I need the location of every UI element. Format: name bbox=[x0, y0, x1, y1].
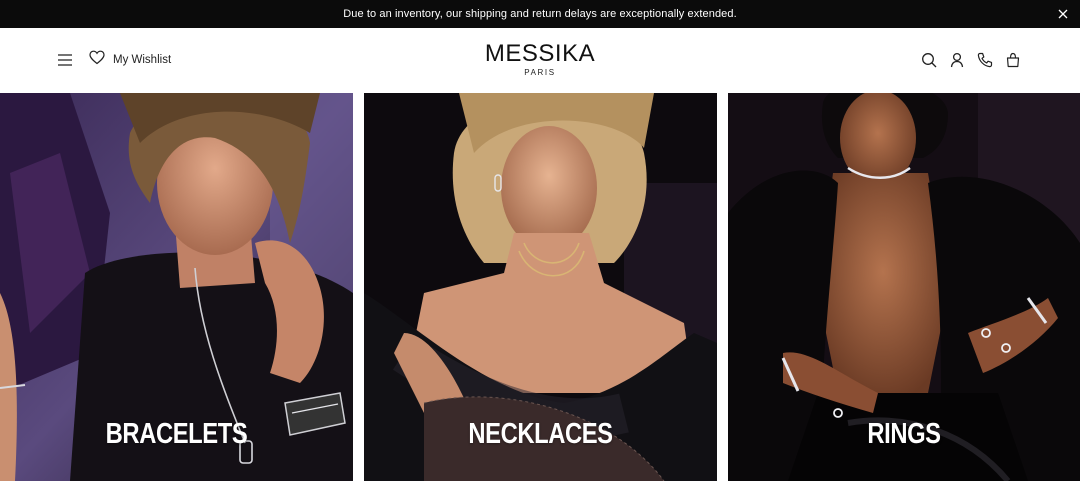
hamburger-menu-icon[interactable] bbox=[55, 50, 75, 70]
wishlist-label: My Wishlist bbox=[113, 54, 172, 66]
shopping-bag-icon[interactable] bbox=[1004, 51, 1022, 69]
search-icon[interactable] bbox=[920, 51, 938, 69]
category-label-rings: RINGS bbox=[867, 418, 941, 450]
account-icon[interactable] bbox=[948, 51, 966, 69]
phone-icon[interactable] bbox=[976, 51, 994, 69]
category-tile-bracelets[interactable]: BRACELETS bbox=[0, 93, 353, 481]
category-tile-necklaces[interactable]: NECKLACES bbox=[364, 93, 717, 481]
category-label-necklaces: NECKLACES bbox=[468, 418, 613, 450]
header-actions bbox=[920, 50, 1022, 70]
heart-icon bbox=[89, 50, 105, 70]
announcement-text: Due to an inventory, our shipping and re… bbox=[343, 8, 737, 20]
category-tile-rings[interactable]: RINGS bbox=[728, 93, 1080, 481]
category-tiles: BRACELETS NECKLACES RINGS bbox=[0, 93, 1080, 481]
close-icon[interactable] bbox=[1054, 5, 1072, 23]
logo-subtitle: PARIS bbox=[524, 68, 556, 77]
wishlist-link[interactable]: My Wishlist bbox=[89, 50, 171, 70]
site-header: My Wishlist MESSIKA PARIS bbox=[0, 28, 1080, 93]
announcement-bar: Due to an inventory, our shipping and re… bbox=[0, 0, 1080, 28]
logo-wordmark: MESSIKA bbox=[484, 40, 596, 67]
category-label-bracelets: BRACELETS bbox=[105, 418, 248, 450]
brand-logo[interactable]: MESSIKA PARIS bbox=[440, 41, 640, 81]
